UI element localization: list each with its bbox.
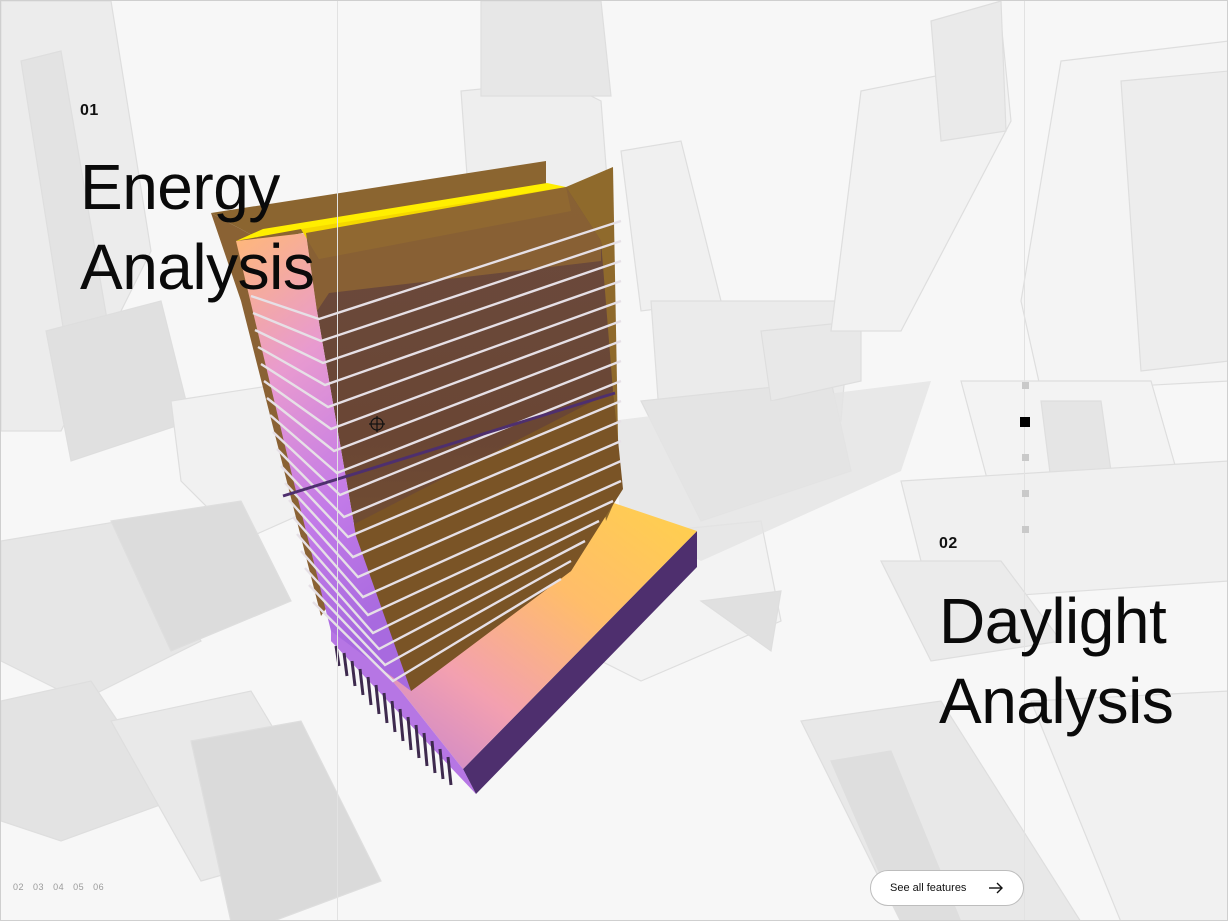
- pager-item[interactable]: 06: [93, 882, 104, 892]
- section-title-line: Daylight: [939, 585, 1167, 657]
- pager-item[interactable]: 04: [53, 882, 64, 892]
- section-title-energy[interactable]: Energy Analysis: [80, 147, 315, 307]
- side-nav-dot-active[interactable]: [1020, 417, 1030, 427]
- side-nav-dot[interactable]: [1022, 382, 1029, 389]
- side-nav-dot[interactable]: [1022, 490, 1029, 497]
- guide-line: [337, 1, 338, 920]
- building-scene[interactable]: [1, 1, 1228, 921]
- see-all-features-button[interactable]: See all features: [870, 870, 1024, 906]
- pager: 02 03 04 05 06: [13, 882, 110, 892]
- arrow-right-icon: [989, 882, 1003, 894]
- button-label: See all features: [890, 882, 967, 894]
- pager-item[interactable]: 05: [73, 882, 84, 892]
- side-nav-dot[interactable]: [1022, 454, 1029, 461]
- canvas-viewport[interactable]: 01 Energy Analysis 02 Daylight Analysis …: [0, 0, 1228, 921]
- crosshair-icon: [369, 416, 385, 432]
- section-number: 01: [80, 102, 99, 119]
- section-title-line: Energy: [80, 151, 280, 223]
- pager-item[interactable]: 02: [13, 882, 24, 892]
- side-nav-dot[interactable]: [1022, 526, 1029, 533]
- section-title-line: Analysis: [939, 665, 1174, 737]
- section-title-daylight[interactable]: Daylight Analysis: [939, 581, 1174, 741]
- section-title-line: Analysis: [80, 231, 315, 303]
- pager-item[interactable]: 03: [33, 882, 44, 892]
- section-number: 02: [939, 535, 958, 552]
